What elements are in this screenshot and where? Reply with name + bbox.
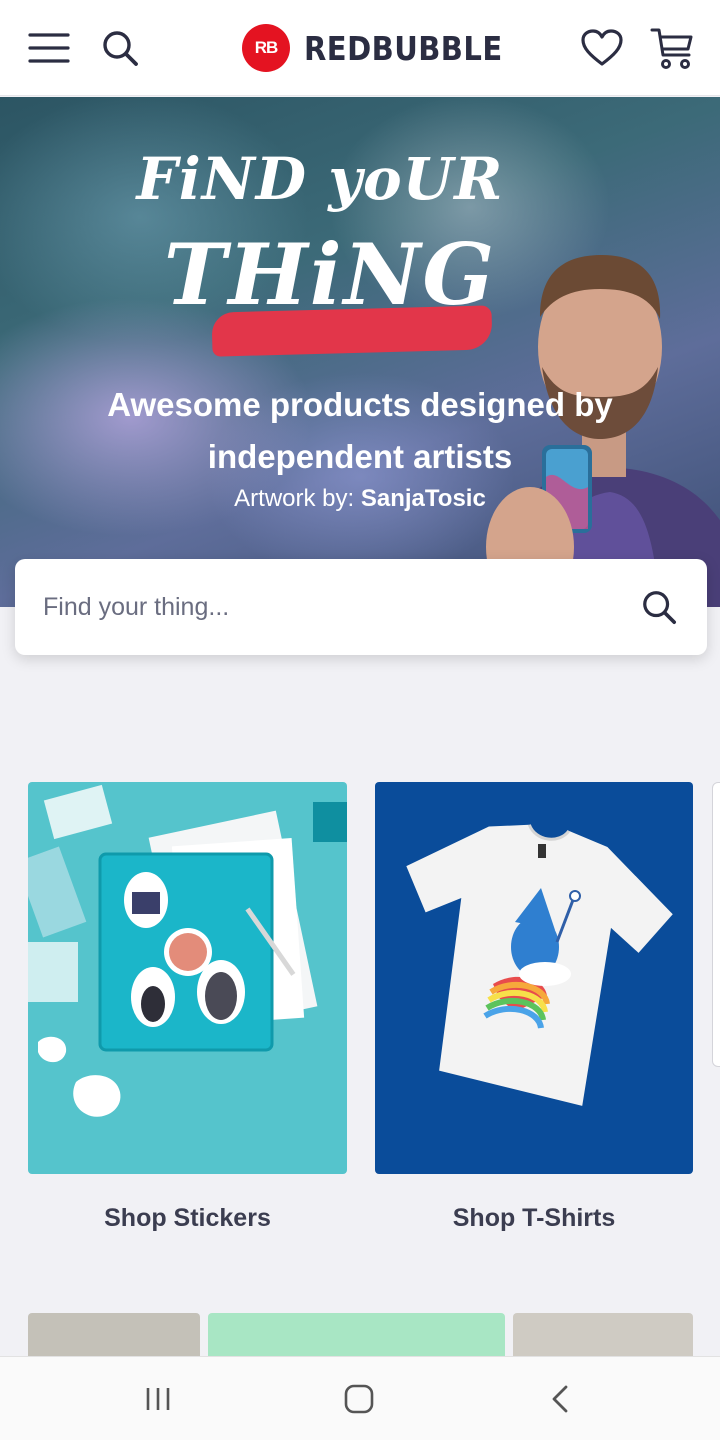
artwork-credit-prefix: Artwork by: [234, 485, 355, 512]
shop-stickers-card[interactable]: Shop Stickers [28, 782, 347, 1233]
recent-apps-icon [146, 1388, 170, 1410]
stickers-image [28, 782, 347, 1174]
hamburger-icon [28, 33, 70, 63]
home-icon [344, 1384, 374, 1414]
tshirts-image [375, 782, 693, 1174]
search-icon [643, 591, 677, 625]
logo-text: REDBUBBLE [304, 28, 503, 68]
hero-title-line-2: THiNG [163, 225, 497, 324]
next-card-peek[interactable] [712, 782, 720, 1067]
shop-tshirts-card[interactable]: Shop T-Shirts [375, 782, 693, 1233]
system-navigation-bar [0, 1356, 720, 1440]
artwork-credit-artist[interactable]: SanjaTosic [361, 485, 486, 512]
shop-stickers-label: Shop Stickers [104, 1204, 271, 1232]
hero-banner[interactable]: FiND yoUR THiNG Awesome products designe… [0, 97, 720, 607]
back-button[interactable] [532, 1375, 588, 1423]
artwork-credit: Artwork by: SanjaTosic [0, 485, 720, 513]
search-input[interactable] [15, 559, 635, 655]
menu-button[interactable] [25, 24, 73, 72]
redbubble-logo[interactable]: RB REDBUBBLE [242, 22, 530, 74]
hero-title-line-1: FiND yoUR [136, 145, 504, 213]
search-submit-button[interactable] [635, 583, 683, 631]
cart-button[interactable] [648, 24, 696, 72]
back-icon [552, 1385, 568, 1413]
search-icon [103, 31, 138, 66]
header-search-button[interactable] [96, 24, 144, 72]
home-button[interactable] [331, 1375, 387, 1423]
hero-subtitle: Awesome products designed by independent… [107, 386, 613, 475]
search-box [15, 559, 707, 655]
recent-apps-button[interactable] [130, 1375, 186, 1423]
heart-icon [581, 29, 623, 66]
logo-mark: RB [242, 24, 290, 72]
cart-icon [650, 28, 693, 69]
shop-tshirts-label: Shop T-Shirts [452, 1204, 616, 1232]
wishlist-button[interactable] [578, 24, 626, 72]
app-header: RB REDBUBBLE [0, 0, 720, 96]
